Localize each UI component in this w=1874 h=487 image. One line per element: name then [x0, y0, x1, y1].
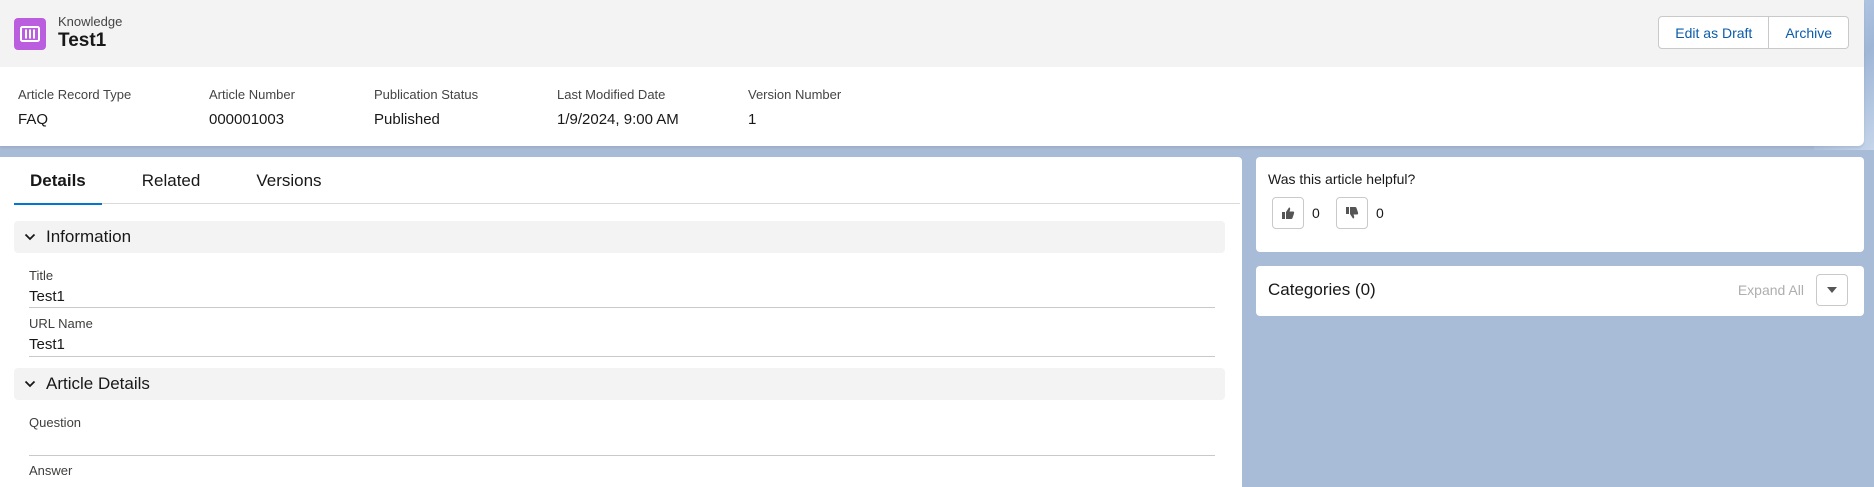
tab-related[interactable]: Related	[126, 157, 217, 204]
tab-details[interactable]: Details	[14, 157, 102, 205]
field-title: Title Test1	[29, 268, 1215, 308]
field-value: Test1	[29, 288, 65, 305]
highlight-article-number: Article Number 000001003	[209, 87, 295, 128]
chevron-down-icon	[24, 233, 36, 241]
highlight-value: 000001003	[209, 111, 285, 128]
edit-as-draft-button[interactable]: Edit as Draft	[1658, 16, 1770, 49]
dropdown-triangle-icon	[1827, 287, 1837, 293]
field-label: Answer	[29, 463, 73, 478]
object-type-label: Knowledge	[58, 14, 123, 30]
record-title-bar: Knowledge Test1 Edit as Draft Archive	[0, 0, 1864, 67]
thumbs-down-button[interactable]	[1336, 197, 1368, 229]
downvote-count: 0	[1376, 205, 1384, 221]
field-question: Question	[29, 415, 1215, 456]
highlight-record-type: Article Record Type FAQ	[18, 87, 131, 128]
tab-bar: Details Related Versions	[14, 157, 1240, 205]
field-label: Question	[29, 415, 82, 430]
highlight-publication-status: Publication Status Published	[374, 87, 478, 128]
highlight-label: Publication Status	[374, 87, 479, 102]
record-header: Knowledge Test1 Edit as Draft Archive Ar…	[0, 0, 1864, 146]
field-label: Title	[29, 268, 54, 283]
highlight-label: Version Number	[748, 87, 842, 102]
thumbs-up-button[interactable]	[1272, 197, 1304, 229]
field-label: URL Name	[29, 316, 93, 331]
highlight-version-number: Version Number 1	[748, 87, 841, 128]
archive-button[interactable]: Archive	[1769, 16, 1849, 49]
field-value	[29, 483, 1215, 487]
field-value: Test1	[29, 336, 65, 353]
knowledge-book-icon	[14, 17, 46, 50]
highlight-label: Last Modified Date	[557, 87, 666, 102]
highlight-value: Published	[374, 111, 440, 128]
section-article-details-toggle[interactable]: Article Details	[14, 368, 1225, 400]
chevron-down-icon	[24, 380, 36, 388]
field-url-name: URL Name Test1	[29, 316, 1215, 357]
categories-menu-button[interactable]	[1816, 274, 1848, 306]
header-actions: Edit as Draft Archive	[1658, 16, 1849, 49]
highlight-label: Article Number	[209, 87, 295, 102]
highlight-last-modified: Last Modified Date 1/9/2024, 9:00 AM	[557, 87, 679, 128]
highlight-value: 1	[748, 111, 757, 128]
section-title: Article Details	[46, 374, 150, 393]
section-title: Information	[46, 227, 132, 246]
field-value	[29, 435, 1215, 455]
record-name: Test1	[58, 30, 107, 52]
record-titles: Knowledge Test1	[58, 14, 123, 52]
record-detail-panel: Details Related Versions Information Tit…	[0, 157, 1242, 487]
upvote-count: 0	[1312, 205, 1320, 221]
field-answer: Answer	[29, 463, 1215, 487]
section-information-toggle[interactable]: Information	[14, 221, 1225, 253]
expand-all-link[interactable]: Expand All	[1738, 282, 1804, 298]
categories-card: Categories (0) Expand All	[1256, 266, 1864, 316]
categories-title: Categories (0)	[1268, 280, 1376, 299]
highlight-label: Article Record Type	[18, 87, 132, 102]
feedback-title: Was this article helpful?	[1268, 171, 1416, 187]
highlights-panel: Article Record Type FAQ Article Number 0…	[0, 67, 1864, 146]
thumbs-down-icon	[1346, 207, 1359, 219]
highlight-value: 1/9/2024, 9:00 AM	[557, 111, 679, 128]
tab-versions[interactable]: Versions	[240, 157, 337, 204]
highlight-value: FAQ	[18, 111, 49, 128]
article-feedback-card: Was this article helpful? 0 0	[1256, 157, 1864, 252]
thumbs-up-icon	[1282, 207, 1295, 219]
